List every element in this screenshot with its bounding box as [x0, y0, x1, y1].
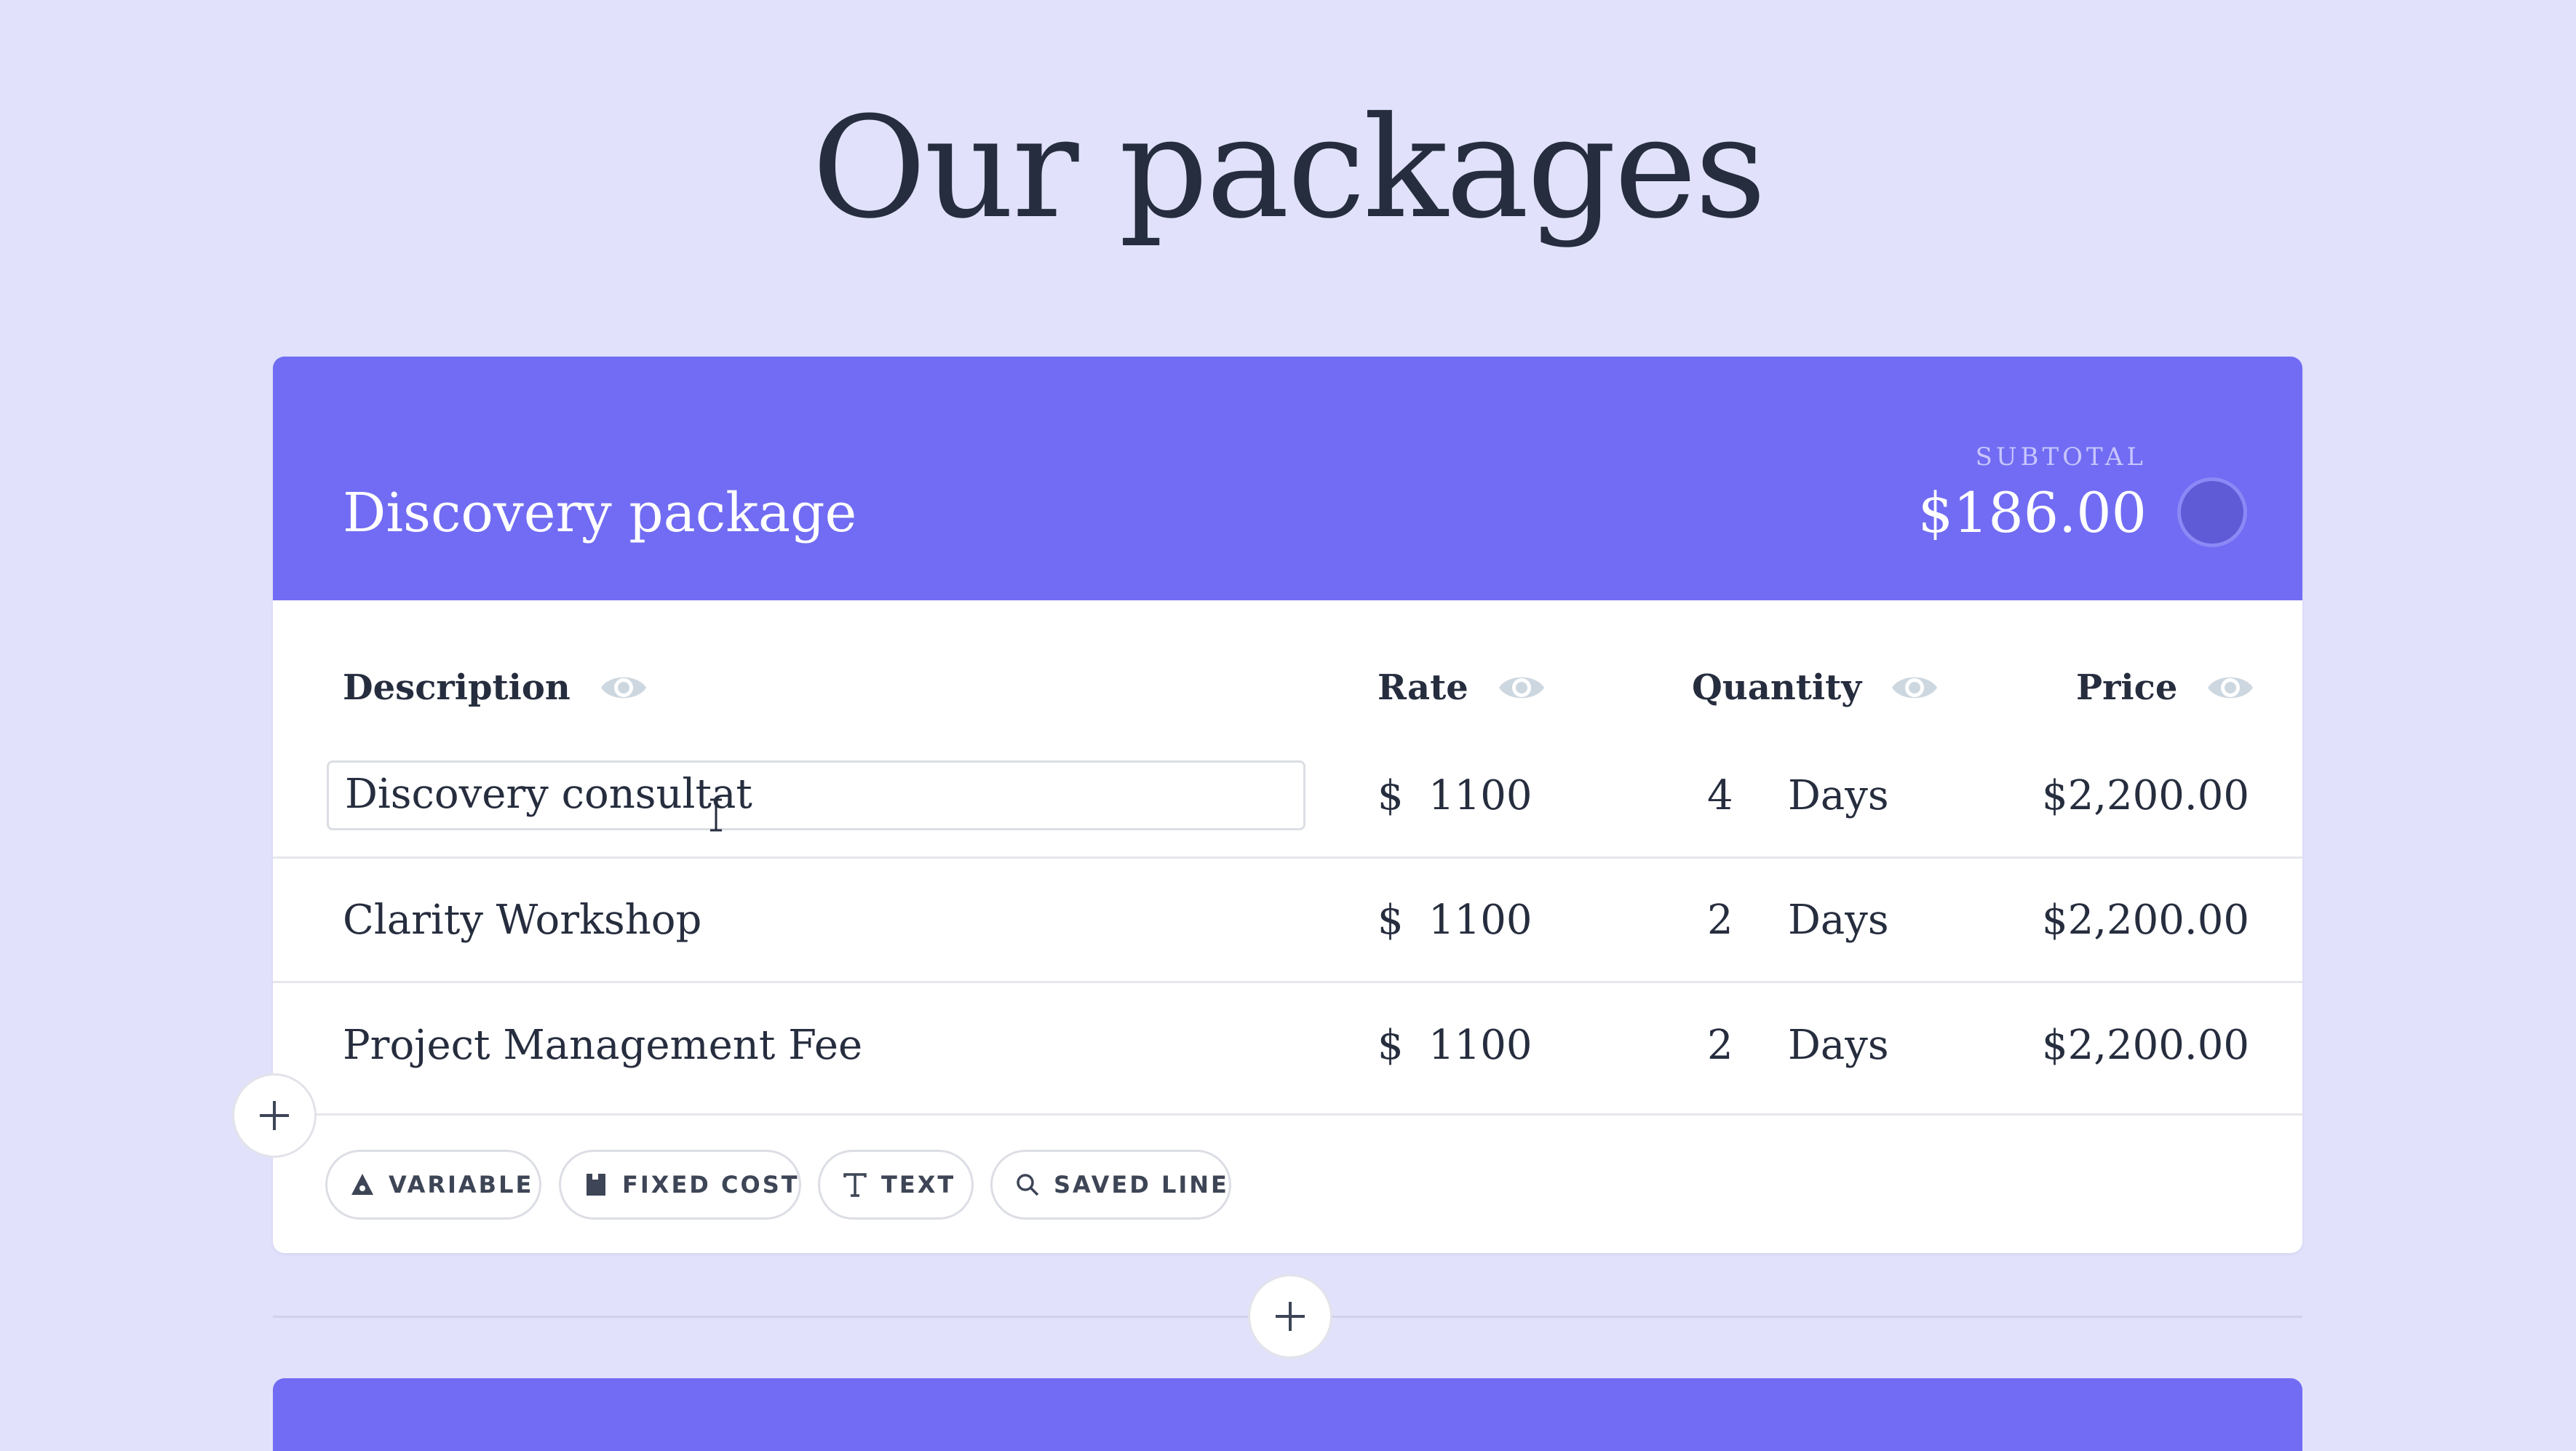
- add-saved-line-label: SAVED LINE: [1054, 1171, 1229, 1198]
- add-text-label: TEXT: [881, 1171, 956, 1198]
- eye-icon[interactable]: [600, 669, 648, 706]
- row-price: $2,200.00: [2041, 897, 2249, 944]
- row-divider: [273, 1113, 2302, 1116]
- row-price: $2,200.00: [2041, 1022, 2249, 1069]
- text-icon: [842, 1172, 868, 1198]
- quantity-input[interactable]: 4: [1707, 767, 1733, 825]
- row-price: $2,200.00: [2041, 772, 2249, 819]
- text-cursor-icon: [710, 798, 722, 832]
- plus-icon: [260, 1101, 289, 1130]
- row-divider: [273, 981, 2302, 983]
- search-icon: [1014, 1172, 1041, 1198]
- row-description[interactable]: Clarity Workshop: [343, 891, 701, 950]
- row-divider: [273, 856, 2302, 859]
- page-title: Our packages: [811, 87, 1767, 250]
- add-text-button[interactable]: TEXT: [818, 1150, 974, 1220]
- eye-icon[interactable]: [1891, 669, 1939, 706]
- row-currency: $: [1378, 772, 1404, 819]
- subtotal-label: SUBTOTAL: [1975, 442, 2147, 472]
- column-label-price: Price: [2076, 667, 2178, 708]
- column-label-rate: Rate: [1378, 667, 1468, 708]
- eye-icon[interactable]: [2206, 669, 2254, 706]
- plus-icon: [1276, 1302, 1305, 1331]
- description-input[interactable]: Discovery consultat: [327, 760, 1305, 830]
- column-label-quantity: Quantity: [1692, 667, 1862, 708]
- add-fixed-cost-button[interactable]: FIXED COST: [559, 1150, 801, 1220]
- add-line-button[interactable]: [232, 1073, 317, 1158]
- add-variable-button[interactable]: VARIABLE: [325, 1150, 541, 1220]
- subtotal-value: $186.00: [1917, 480, 2147, 545]
- row-currency: $: [1378, 1022, 1404, 1069]
- rate-input[interactable]: 1100: [1428, 891, 1533, 950]
- add-fixed-cost-label: FIXED COST: [622, 1171, 800, 1198]
- description-input-value: Discovery consultat: [345, 771, 752, 818]
- unit-select[interactable]: Days: [1788, 1017, 1889, 1075]
- package-header: Discovery package SUBTOTAL $186.00: [273, 357, 2302, 600]
- unit-select[interactable]: Days: [1788, 767, 1889, 825]
- unit-select[interactable]: Days: [1788, 891, 1889, 950]
- quantity-input[interactable]: 2: [1707, 1017, 1733, 1075]
- row-currency: $: [1378, 897, 1404, 944]
- column-header-quantity: Quantity: [1692, 662, 1939, 713]
- column-label-description: Description: [343, 667, 571, 708]
- rate-input[interactable]: 1100: [1428, 767, 1533, 825]
- package-options-button[interactable]: [2177, 477, 2247, 547]
- column-header-rate: Rate: [1378, 662, 1546, 713]
- triangle-icon: [349, 1172, 375, 1198]
- next-package-header: [273, 1378, 2302, 1451]
- package-title[interactable]: Discovery package: [343, 480, 856, 546]
- column-header-price: Price: [2076, 662, 2254, 713]
- add-saved-line-button[interactable]: SAVED LINE: [990, 1150, 1231, 1220]
- add-section-button[interactable]: [1248, 1274, 1332, 1359]
- row-description[interactable]: Project Management Fee: [343, 1017, 862, 1075]
- quantity-input[interactable]: 2: [1707, 891, 1733, 950]
- column-header-description: Description: [343, 662, 648, 713]
- add-variable-label: VARIABLE: [389, 1171, 534, 1198]
- tag-icon: [583, 1172, 609, 1198]
- eye-icon[interactable]: [1498, 669, 1546, 706]
- rate-input[interactable]: 1100: [1428, 1017, 1533, 1075]
